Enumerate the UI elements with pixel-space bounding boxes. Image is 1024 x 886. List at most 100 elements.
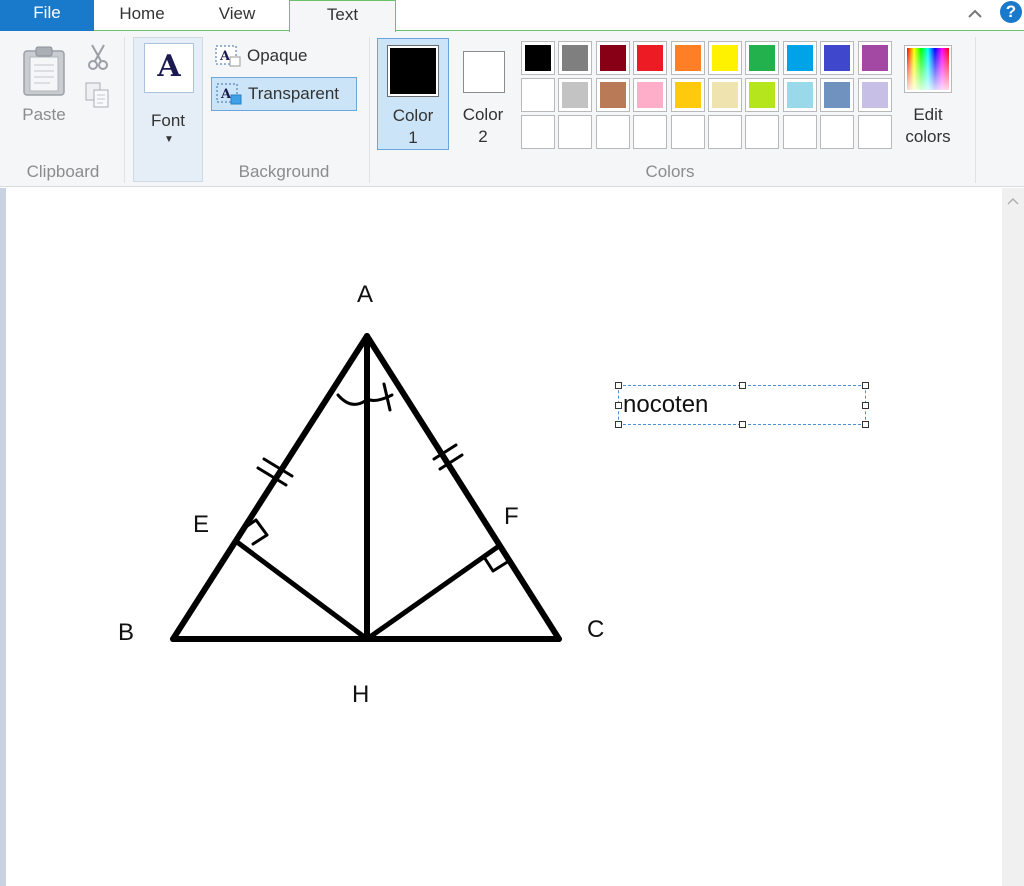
resize-handle[interactable] [862,402,869,409]
palette-swatch[interactable] [745,78,780,112]
palette-swatch[interactable] [708,41,742,75]
svg-text:A: A [219,49,231,64]
opaque-icon: A [215,45,241,67]
tab-text[interactable]: Text [289,0,396,32]
paste-button-label[interactable]: Paste [14,104,74,126]
palette-empty-slot[interactable] [708,115,742,149]
palette-empty-slot[interactable] [857,115,892,149]
resize-handle[interactable] [862,382,869,389]
palette-swatch-fill [637,45,664,71]
palette-swatch[interactable] [708,78,742,112]
side-ab [170,333,370,642]
resize-handle[interactable] [615,421,622,428]
palette-empty-slot[interactable] [745,115,780,149]
segment-eh [234,539,370,642]
palette-swatch[interactable] [670,41,705,75]
collapse-ribbon-icon[interactable] [964,4,986,24]
palette-empty-slot[interactable] [558,115,593,149]
group-divider [124,37,125,183]
palette-swatch[interactable] [820,78,855,112]
palette-swatch[interactable] [595,41,630,75]
clipboard-group-label: Clipboard [26,162,100,181]
palette-swatch-fill [712,82,738,108]
palette-empty-slot[interactable] [633,115,668,149]
opaque-button[interactable]: A Opaque [211,40,357,74]
resize-handle[interactable] [739,382,746,389]
palette-swatch[interactable] [670,78,705,112]
group-divider [369,37,370,183]
palette-empty-slot[interactable] [782,115,817,149]
segment-fh [364,543,502,642]
paint-canvas[interactable]: A B C E F H [6,188,1002,886]
palette-swatch[interactable] [633,78,668,112]
label-b: B [118,619,135,646]
scroll-up-icon[interactable] [1007,196,1019,206]
palette-swatch-fill [824,45,851,71]
angle-arc-left [336,393,367,406]
label-c: C [587,616,605,643]
palette-swatch[interactable] [558,41,593,75]
palette-swatch[interactable] [820,41,855,75]
triangle-drawing [170,333,562,642]
color2-number: 2 [478,127,488,146]
palette-swatch-fill [861,45,888,71]
text-box-content[interactable]: nocoten [623,392,708,418]
resize-handle[interactable] [615,382,622,389]
transparent-button[interactable]: A Transparent [211,77,357,111]
palette-swatch[interactable] [857,41,892,75]
color1-button[interactable]: Color 1 [377,38,449,150]
edit-colors-label[interactable]: Edit [896,104,960,126]
color1-label: Color [392,106,434,125]
paste-icon[interactable] [22,45,66,97]
label-e: E [193,511,210,538]
vertical-scrollbar[interactable] [1002,188,1024,886]
colors-group-label: Colors [645,162,695,181]
palette-swatch-fill [599,82,626,108]
palette-swatch[interactable] [782,78,817,112]
palette-swatch[interactable] [782,41,817,75]
palette-swatch-fill [749,82,776,108]
color1-fill [390,48,436,94]
tab-view[interactable]: View [200,0,274,31]
palette-swatch-fill [674,45,701,71]
palette-swatch-fill [749,45,776,71]
edit-colors-label-2[interactable]: colors [896,126,960,148]
tab-file[interactable]: File [0,0,94,31]
color1-number: 1 [408,128,418,147]
palette-swatch[interactable] [633,41,668,75]
resize-handle[interactable] [615,402,622,409]
palette-empty-slot[interactable] [670,115,705,149]
palette-swatch-fill [674,82,701,108]
palette-empty-slot[interactable] [820,115,855,149]
opaque-label: Opaque [247,46,308,65]
palette-swatch-fill [525,45,551,71]
tab-home[interactable]: Home [100,0,184,31]
font-button[interactable]: A Font ▼ [133,37,203,182]
palette-swatch-fill [562,45,589,71]
color2-fill [466,54,502,90]
palette-swatch[interactable] [558,78,593,112]
cut-icon[interactable] [86,43,110,71]
palette-swatch-fill [562,82,589,108]
palette-swatch[interactable] [521,41,555,75]
palette-swatch[interactable] [521,78,555,112]
resize-handle[interactable] [862,421,869,428]
palette-empty-slot[interactable] [521,115,555,149]
help-icon[interactable]: ? [1000,1,1022,23]
color2-button[interactable]: Color 2 [448,38,520,150]
color1-swatch [387,45,439,97]
workspace: A B C E F H [0,188,1024,886]
font-dropdown-arrow: ▼ [164,134,174,145]
palette-swatch[interactable] [857,78,892,112]
palette-swatch[interactable] [595,78,630,112]
edit-colors-icon[interactable] [904,45,952,93]
resize-handle[interactable] [739,421,746,428]
text-input-box[interactable]: nocoten [615,382,869,428]
palette-swatch-fill [599,45,626,71]
palette-empty-slot[interactable] [595,115,630,149]
copy-icon[interactable] [84,81,112,109]
label-h: H [352,681,370,708]
ribbon-tab-bar: File Home View Text ? [0,0,1024,32]
side-ac [364,333,562,642]
palette-swatch[interactable] [745,41,780,75]
